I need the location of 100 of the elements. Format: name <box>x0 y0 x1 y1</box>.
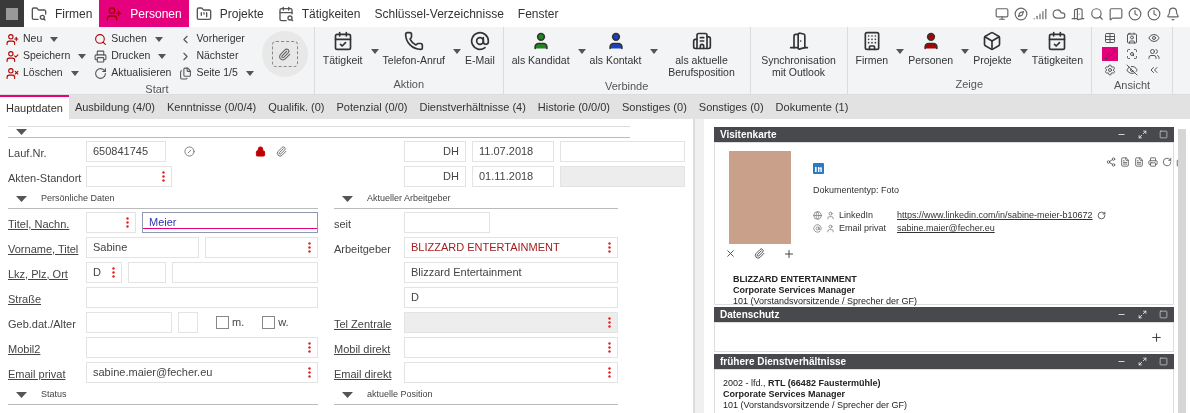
ribbon-button[interactable]: Nächster <box>179 48 239 64</box>
input-field[interactable] <box>560 141 685 162</box>
menu-tab[interactable]: Firmen <box>24 0 100 27</box>
field-link[interactable]: Mobil2 <box>8 342 41 355</box>
app-logo[interactable] <box>0 0 24 27</box>
ribbon-button[interactable]: als Kontakt <box>585 31 646 66</box>
input-field[interactable]: D <box>404 287 618 308</box>
menu-dots-icon[interactable] <box>608 342 611 353</box>
collapse-triangle-icon[interactable] <box>16 129 27 135</box>
tab[interactable]: Dienstverhältnisse (4) <box>413 95 532 119</box>
field-link[interactable]: Straße <box>8 292 41 305</box>
menu-dots-icon[interactable] <box>308 367 311 378</box>
view-toggle[interactable] <box>1146 47 1163 61</box>
input-field[interactable]: BLIZZARD ENTERTAINMENT <box>404 237 618 258</box>
caret-icon[interactable] <box>649 49 658 54</box>
input-field[interactable]: DH <box>404 166 466 187</box>
input-field[interactable]: 01.11.2018 <box>472 166 554 187</box>
ribbon-button[interactable]: Projekte <box>969 31 1016 66</box>
menu-dots-icon[interactable] <box>608 367 611 378</box>
collapse-triangle-icon[interactable] <box>16 195 27 202</box>
menu-dots-icon[interactable] <box>308 242 311 253</box>
ribbon-button[interactable]: Suchen <box>94 31 147 47</box>
caret-icon[interactable] <box>370 49 379 54</box>
collapse-triangle-icon[interactable] <box>342 391 353 398</box>
caret-icon[interactable] <box>1019 49 1028 54</box>
input-field[interactable]: Meier <box>142 212 318 233</box>
caret-icon[interactable] <box>70 70 79 76</box>
caret-icon[interactable] <box>961 49 970 54</box>
caret-icon[interactable] <box>896 49 905 54</box>
tab[interactable]: Kenntnisse (0/0/4) <box>161 95 263 119</box>
menu-tab[interactable]: Projekte <box>188 0 271 27</box>
ribbon-button[interactable]: Drucken <box>94 48 151 64</box>
caret-icon[interactable] <box>50 36 59 42</box>
tab[interactable]: Sonstiges (0) <box>616 95 693 119</box>
ribbon-button[interactable]: Tätigkeit <box>318 31 367 66</box>
field-link[interactable]: Titel, Nachn. <box>8 217 70 230</box>
caret-icon[interactable] <box>78 53 87 59</box>
field-link[interactable]: Email privat <box>8 367 66 380</box>
input-field[interactable]: 650841745 <box>86 141 166 162</box>
menu-tab[interactable]: Tätigkeiten <box>270 0 368 27</box>
ribbon-button[interactable]: Personen <box>904 31 958 66</box>
contact-link[interactable]: sabine.maier@fecher.eu <box>897 221 995 236</box>
input-field[interactable] <box>86 166 172 187</box>
checkbox[interactable] <box>262 316 276 329</box>
input-field[interactable] <box>205 237 318 258</box>
ribbon-button[interactable]: Seite 1/5 <box>179 65 238 81</box>
input-field[interactable]: D <box>86 262 122 283</box>
input-field[interactable]: 11.07.2018 <box>472 141 554 162</box>
tab[interactable]: Ausbildung (4/0) <box>68 95 161 119</box>
tab[interactable]: Sonstiges (0) <box>692 95 770 119</box>
menu-tab[interactable]: Personen <box>99 0 189 27</box>
caret-icon[interactable] <box>453 49 461 54</box>
field-link[interactable]: Email direkt <box>334 367 392 380</box>
input-field[interactable] <box>86 212 136 233</box>
ribbon-button[interactable]: Speichern <box>6 48 71 64</box>
input-field[interactable] <box>86 312 172 333</box>
ribbon-button[interactable]: Vorheriger <box>179 31 245 47</box>
input-field[interactable] <box>128 262 166 283</box>
input-field[interactable] <box>404 337 618 358</box>
menu-dots-icon[interactable] <box>112 267 115 278</box>
tab[interactable]: Historie (0/0/0) <box>531 95 616 119</box>
input-field[interactable] <box>86 337 318 358</box>
ribbon-button[interactable]: Tätigkeiten <box>1027 31 1088 66</box>
view-toggle[interactable] <box>1124 63 1141 77</box>
tab[interactable]: Qualifik. (0) <box>262 95 331 119</box>
ribbon-button[interactable]: Synchronisation mit Outlook <box>754 31 843 78</box>
tab[interactable]: Dokumente (1) <box>769 95 855 119</box>
ribbon-button[interactable]: Firmen <box>851 31 893 66</box>
view-toggle[interactable] <box>1102 47 1119 61</box>
ribbon-button[interactable]: E-Mail <box>461 31 499 66</box>
input-field[interactable] <box>86 287 318 308</box>
caret-icon[interactable] <box>245 70 254 76</box>
field-link[interactable]: Lkz, Plz, Ort <box>8 267 68 280</box>
checkbox[interactable] <box>216 316 229 329</box>
input-field[interactable] <box>172 262 318 283</box>
ribbon-button[interactable]: Aktualisieren <box>94 65 172 81</box>
scrollbar[interactable] <box>694 119 704 413</box>
menu-dots-icon[interactable] <box>608 242 611 253</box>
field-link[interactable]: Tel Zentrale <box>334 317 392 330</box>
tab[interactable]: Potenzial (0/0) <box>330 95 414 119</box>
linkedin-icon[interactable] <box>813 163 824 174</box>
menu-dots-icon[interactable] <box>308 342 311 353</box>
menu-tab[interactable]: Schlüssel-Verzeichnisse <box>367 0 511 27</box>
input-field[interactable] <box>178 312 198 333</box>
caret-icon[interactable] <box>577 49 586 54</box>
input-field[interactable]: Blizzard Entertainment <box>404 262 618 283</box>
scrollbar[interactable] <box>1178 129 1186 413</box>
ribbon-button[interactable]: Neu <box>6 31 43 47</box>
menu-dots-icon[interactable] <box>126 217 129 228</box>
caret-icon[interactable] <box>158 53 167 59</box>
contact-link[interactable]: https://www.linkedin.com/in/sabine-meier-b10672 <box>897 208 1093 223</box>
input-field[interactable]: DH <box>404 141 466 162</box>
collapse-triangle-icon[interactable] <box>342 195 353 202</box>
tab[interactable]: Hauptdaten <box>0 95 69 119</box>
ribbon-button[interactable]: als Kandidat <box>507 31 574 66</box>
caret-icon[interactable] <box>154 36 163 42</box>
input-field[interactable] <box>404 212 490 233</box>
menu-dots-icon[interactable] <box>162 171 165 182</box>
collapse-triangle-icon[interactable] <box>16 391 27 398</box>
input-field[interactable] <box>404 362 618 383</box>
